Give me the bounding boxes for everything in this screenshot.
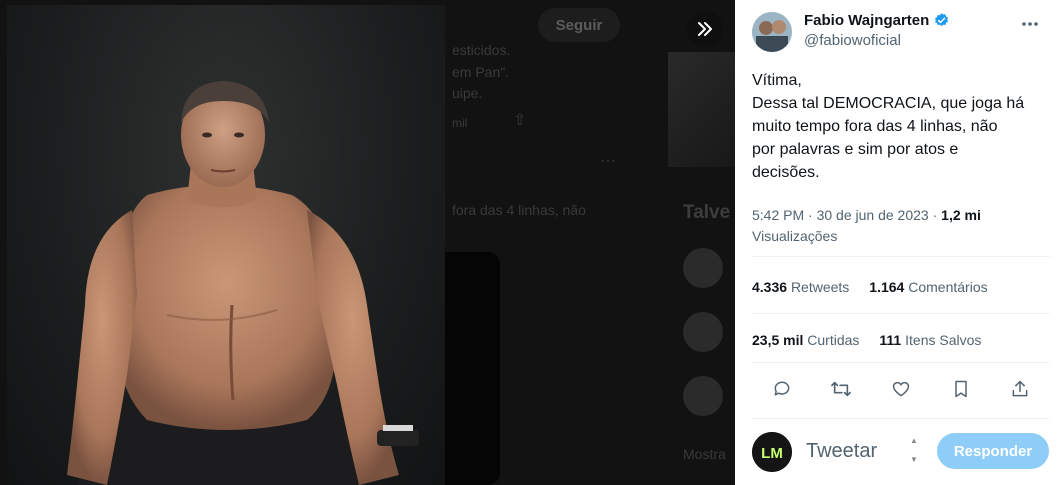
share-icon [1012, 380, 1028, 397]
background-avatar [683, 312, 723, 352]
saves-label: Itens Salvos [905, 332, 982, 348]
reply-icon [774, 381, 790, 396]
user-avatar-logo: LM [752, 432, 792, 472]
tweet-text-line: muito tempo fora das 4 linhas, não [752, 118, 998, 135]
svg-text:LM: LM [761, 445, 783, 462]
more-button[interactable] [1018, 12, 1042, 36]
background-heading: Talve [683, 202, 731, 223]
retweets-stat[interactable]: 4.336 Retweets [752, 279, 849, 295]
background-text: esticidos. [452, 42, 511, 58]
saves-count: 111 [879, 332, 902, 348]
divider [752, 362, 1050, 363]
tweet-meta: 5:42 PM · 30 de jun de 2023 · 1,2 mi Vis… [752, 205, 981, 247]
retweet-icon [831, 381, 852, 397]
tweet-text-line: Dessa tal DEMOCRACIA, que joga há [752, 95, 1025, 112]
tweet-photo[interactable] [7, 5, 445, 485]
retweet-button[interactable] [824, 372, 858, 406]
background-avatar [683, 376, 723, 416]
divider [752, 313, 1050, 314]
background-text: mil [452, 116, 468, 130]
saves-stat[interactable]: 111 Itens Salvos [879, 332, 981, 348]
background-text: em Pan". [452, 64, 510, 80]
views-label: Visualizações [752, 228, 838, 244]
tweet-text-line: por palavras e sim por atos e [752, 141, 959, 158]
background-text: uipe. [452, 85, 483, 101]
reply-avatar[interactable]: LM [752, 432, 792, 472]
comments-count: 1.164 [869, 279, 905, 295]
expand-icon [698, 22, 712, 36]
tweet-detail-panel: Fabio Wajngarten @fabiowoficial Vítima, … [735, 0, 1063, 485]
divider [752, 256, 1050, 257]
author-name[interactable]: Fabio Wajngarten [804, 12, 929, 29]
likes-stat[interactable]: 23,5 mil Curtidas [752, 332, 859, 348]
background-text: Mostra [683, 446, 726, 462]
stats-row-retweets: 4.336 Retweets 1.164 Comentários [752, 279, 988, 295]
meta-separator: · [808, 207, 813, 223]
photo-illustration [67, 81, 419, 485]
verified-badge-icon [935, 13, 949, 27]
background-avatar [683, 248, 723, 288]
input-stepper[interactable]: ▲ ▼ [907, 436, 921, 464]
author-name-row[interactable]: Fabio Wajngarten [804, 12, 950, 29]
retweets-count: 4.336 [752, 279, 788, 295]
tweet-text-line: decisões. [752, 164, 820, 181]
likes-count: 23,5 mil [752, 332, 804, 348]
retweets-label: Retweets [790, 279, 850, 295]
reply-button[interactable] [765, 372, 799, 406]
more-icon [1022, 22, 1038, 26]
background-image [668, 52, 735, 167]
tweet-text-line: Vítima, [752, 72, 802, 89]
likes-label: Curtidas [807, 332, 860, 348]
background-more-icon: ··· [600, 152, 616, 169]
avatar[interactable] [752, 12, 792, 52]
like-button[interactable] [884, 372, 918, 406]
reply-submit-button[interactable]: Responder [937, 433, 1049, 469]
background-text: fora das 4 linhas, não [452, 202, 586, 218]
divider [752, 418, 1050, 419]
expand-button[interactable] [687, 11, 723, 47]
views-count: 1,2 mi [941, 207, 981, 223]
tweet-text: Vítima, Dessa tal DEMOCRACIA, que joga h… [752, 69, 1042, 184]
tweet-actions [752, 372, 1050, 406]
comments-stat[interactable]: 1.164 Comentários [869, 279, 987, 295]
author-handle[interactable]: @fabiowoficial [804, 32, 901, 49]
stepper-up-icon[interactable]: ▲ [910, 436, 918, 445]
tweet-date[interactable]: 30 de jun de 2023 [817, 207, 929, 223]
reply-input[interactable]: Tweetar [806, 440, 877, 463]
follow-button-background: Seguir [538, 8, 620, 42]
background-share-icon: ⇧ [513, 112, 527, 129]
share-button[interactable] [1003, 372, 1037, 406]
bookmark-icon [954, 380, 967, 398]
stats-row-likes: 23,5 mil Curtidas 111 Itens Salvos [752, 332, 981, 348]
tweet-time[interactable]: 5:42 PM [752, 207, 804, 223]
avatar-image [752, 12, 792, 52]
comments-label: Comentários [908, 279, 988, 295]
bookmark-button[interactable] [944, 372, 978, 406]
stepper-down-icon[interactable]: ▼ [910, 455, 918, 464]
meta-separator: · [932, 207, 938, 223]
like-icon [892, 381, 910, 397]
